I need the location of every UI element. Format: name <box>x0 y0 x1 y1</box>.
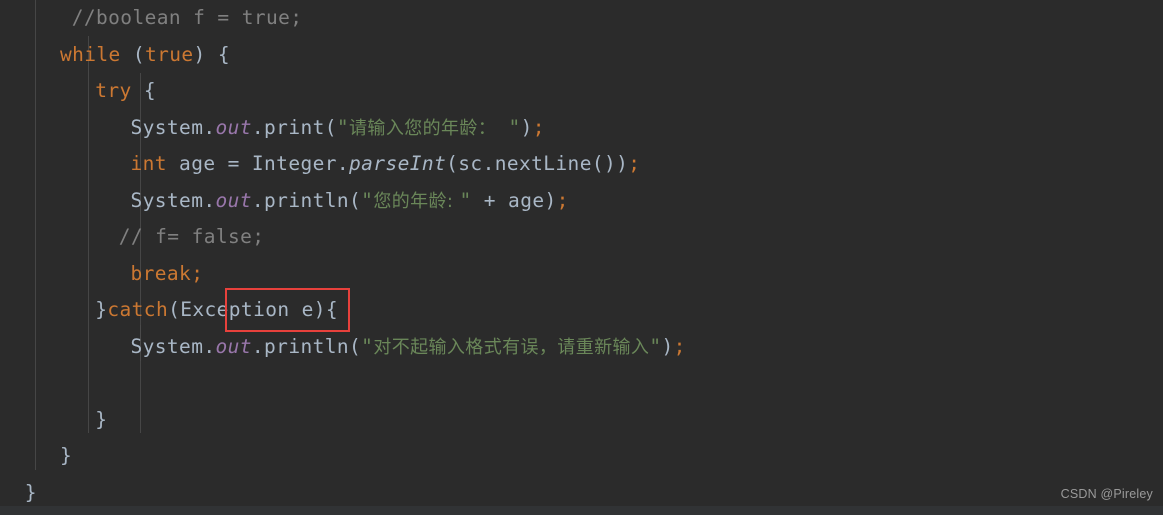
code-token-brace: ()) <box>591 152 629 175</box>
code-token-string: " <box>336 115 350 139</box>
code-token-keyword: while <box>60 42 121 66</box>
code-line[interactable]: break; <box>0 256 1163 293</box>
code-token-plain: . <box>482 152 495 175</box>
code-token-brace: { <box>143 79 156 102</box>
csdn-watermark: CSDN @Pireley <box>1060 487 1153 501</box>
code-token-brace: ( <box>349 188 362 212</box>
code-token-ident: age <box>166 152 228 175</box>
code-token-keyword: int <box>130 152 167 175</box>
code-token-plain: . <box>203 115 216 139</box>
code-token-string-cjk: 您的年龄: <box>373 190 460 212</box>
code-token-keyword: true <box>144 42 194 66</box>
code-token-string: " <box>361 334 374 358</box>
code-token-ident: println <box>264 334 350 358</box>
code-token-punct: ; <box>556 188 569 212</box>
code-token-brace: { <box>217 42 230 66</box>
code-token-string: " <box>361 188 374 212</box>
code-token-keyword: try <box>95 79 132 102</box>
code-token-brace: } <box>24 480 37 504</box>
code-token-class: System <box>130 334 204 358</box>
code-token-punct: ; <box>532 115 545 139</box>
code-line[interactable]: int age = Integer.parseInt(sc.nextLine()… <box>0 146 1163 183</box>
code-token-brace: } <box>60 444 73 467</box>
code-token-ident: print <box>264 115 325 139</box>
code-token-comment: //boolean f = true; <box>71 6 303 29</box>
code-token-keyword: catch <box>107 298 169 321</box>
code-token-class: Exception <box>180 298 290 321</box>
code-line[interactable]: //boolean f = true; <box>0 0 1163 37</box>
code-line[interactable]: System.out.println("您的年龄: " + age); <box>0 183 1163 220</box>
code-line[interactable]: System.out.println("对不起输入格式有误，请重新输入"); <box>0 329 1163 366</box>
code-line[interactable]: while (true) { <box>0 37 1163 74</box>
code-line[interactable]: }catch(Exception e){ <box>0 292 1163 329</box>
code-token-plain: . <box>251 115 265 139</box>
code-token-class: Integer <box>251 152 337 175</box>
code-token-plain: = <box>227 152 252 175</box>
code-token-comment: // f= false; <box>118 225 265 248</box>
code-token-ident: + age <box>471 188 545 212</box>
code-token-string-cjk: 请输入您的年龄： <box>349 117 509 139</box>
code-token-ident: sc <box>458 152 483 175</box>
code-token-class: System <box>130 115 204 139</box>
code-token-string-cjk: 对不起输入格式有误，请重新输入 <box>373 336 650 358</box>
code-token-brace: ) <box>661 334 674 358</box>
code-token-plain: . <box>251 334 265 358</box>
code-token-brace: ( <box>168 298 181 321</box>
code-token-ident: e <box>289 298 314 321</box>
code-token-method-i: parseInt <box>349 152 447 175</box>
code-token-punct: ; <box>628 152 641 175</box>
code-token-static: out <box>215 334 252 358</box>
code-token-brace: ) <box>313 298 326 321</box>
code-line[interactable] <box>0 365 1163 402</box>
code-token-brace: } <box>95 298 108 321</box>
code-token-plain: . <box>336 152 350 175</box>
code-line[interactable]: // f= false; <box>0 219 1163 256</box>
code-token-ident: nextLine <box>494 152 592 175</box>
code-token-string: " <box>459 188 472 212</box>
code-token-punct: ; <box>673 334 686 358</box>
code-token-brace: { <box>325 298 339 321</box>
code-token-punct: ; <box>191 261 204 285</box>
code-token-string: " <box>649 334 662 358</box>
code-token-brace: ) <box>520 115 533 139</box>
code-token-class: System <box>130 188 204 212</box>
code-token-plain: . <box>203 334 216 358</box>
code-line[interactable]: } <box>0 438 1163 475</box>
code-token-brace: ) <box>193 42 206 66</box>
code-token-brace: } <box>95 407 108 431</box>
code-token-plain: . <box>251 188 265 212</box>
code-token-ident: println <box>264 188 350 212</box>
code-line[interactable]: System.out.print("请输入您的年龄： "); <box>0 110 1163 147</box>
code-token-brace: ( <box>324 115 337 139</box>
code-token-brace: ) <box>544 188 557 212</box>
code-token-plain: . <box>203 188 216 212</box>
code-content[interactable]: //boolean f = true; while (true) {try {Sy… <box>0 0 1163 511</box>
code-token-string: " <box>508 115 521 139</box>
code-line[interactable]: } <box>0 402 1163 439</box>
code-token-brace: ( <box>132 42 145 66</box>
code-token-static: out <box>215 115 252 139</box>
code-token-brace: ( <box>349 334 362 358</box>
code-token-static: out <box>215 188 252 212</box>
editor-bottom-strip <box>0 506 1163 515</box>
code-token-keyword: break <box>130 261 192 285</box>
code-line[interactable]: try { <box>0 73 1163 110</box>
code-editor-pane[interactable]: //boolean f = true; while (true) {try {Sy… <box>0 0 1163 515</box>
code-token-brace: ( <box>446 152 459 175</box>
